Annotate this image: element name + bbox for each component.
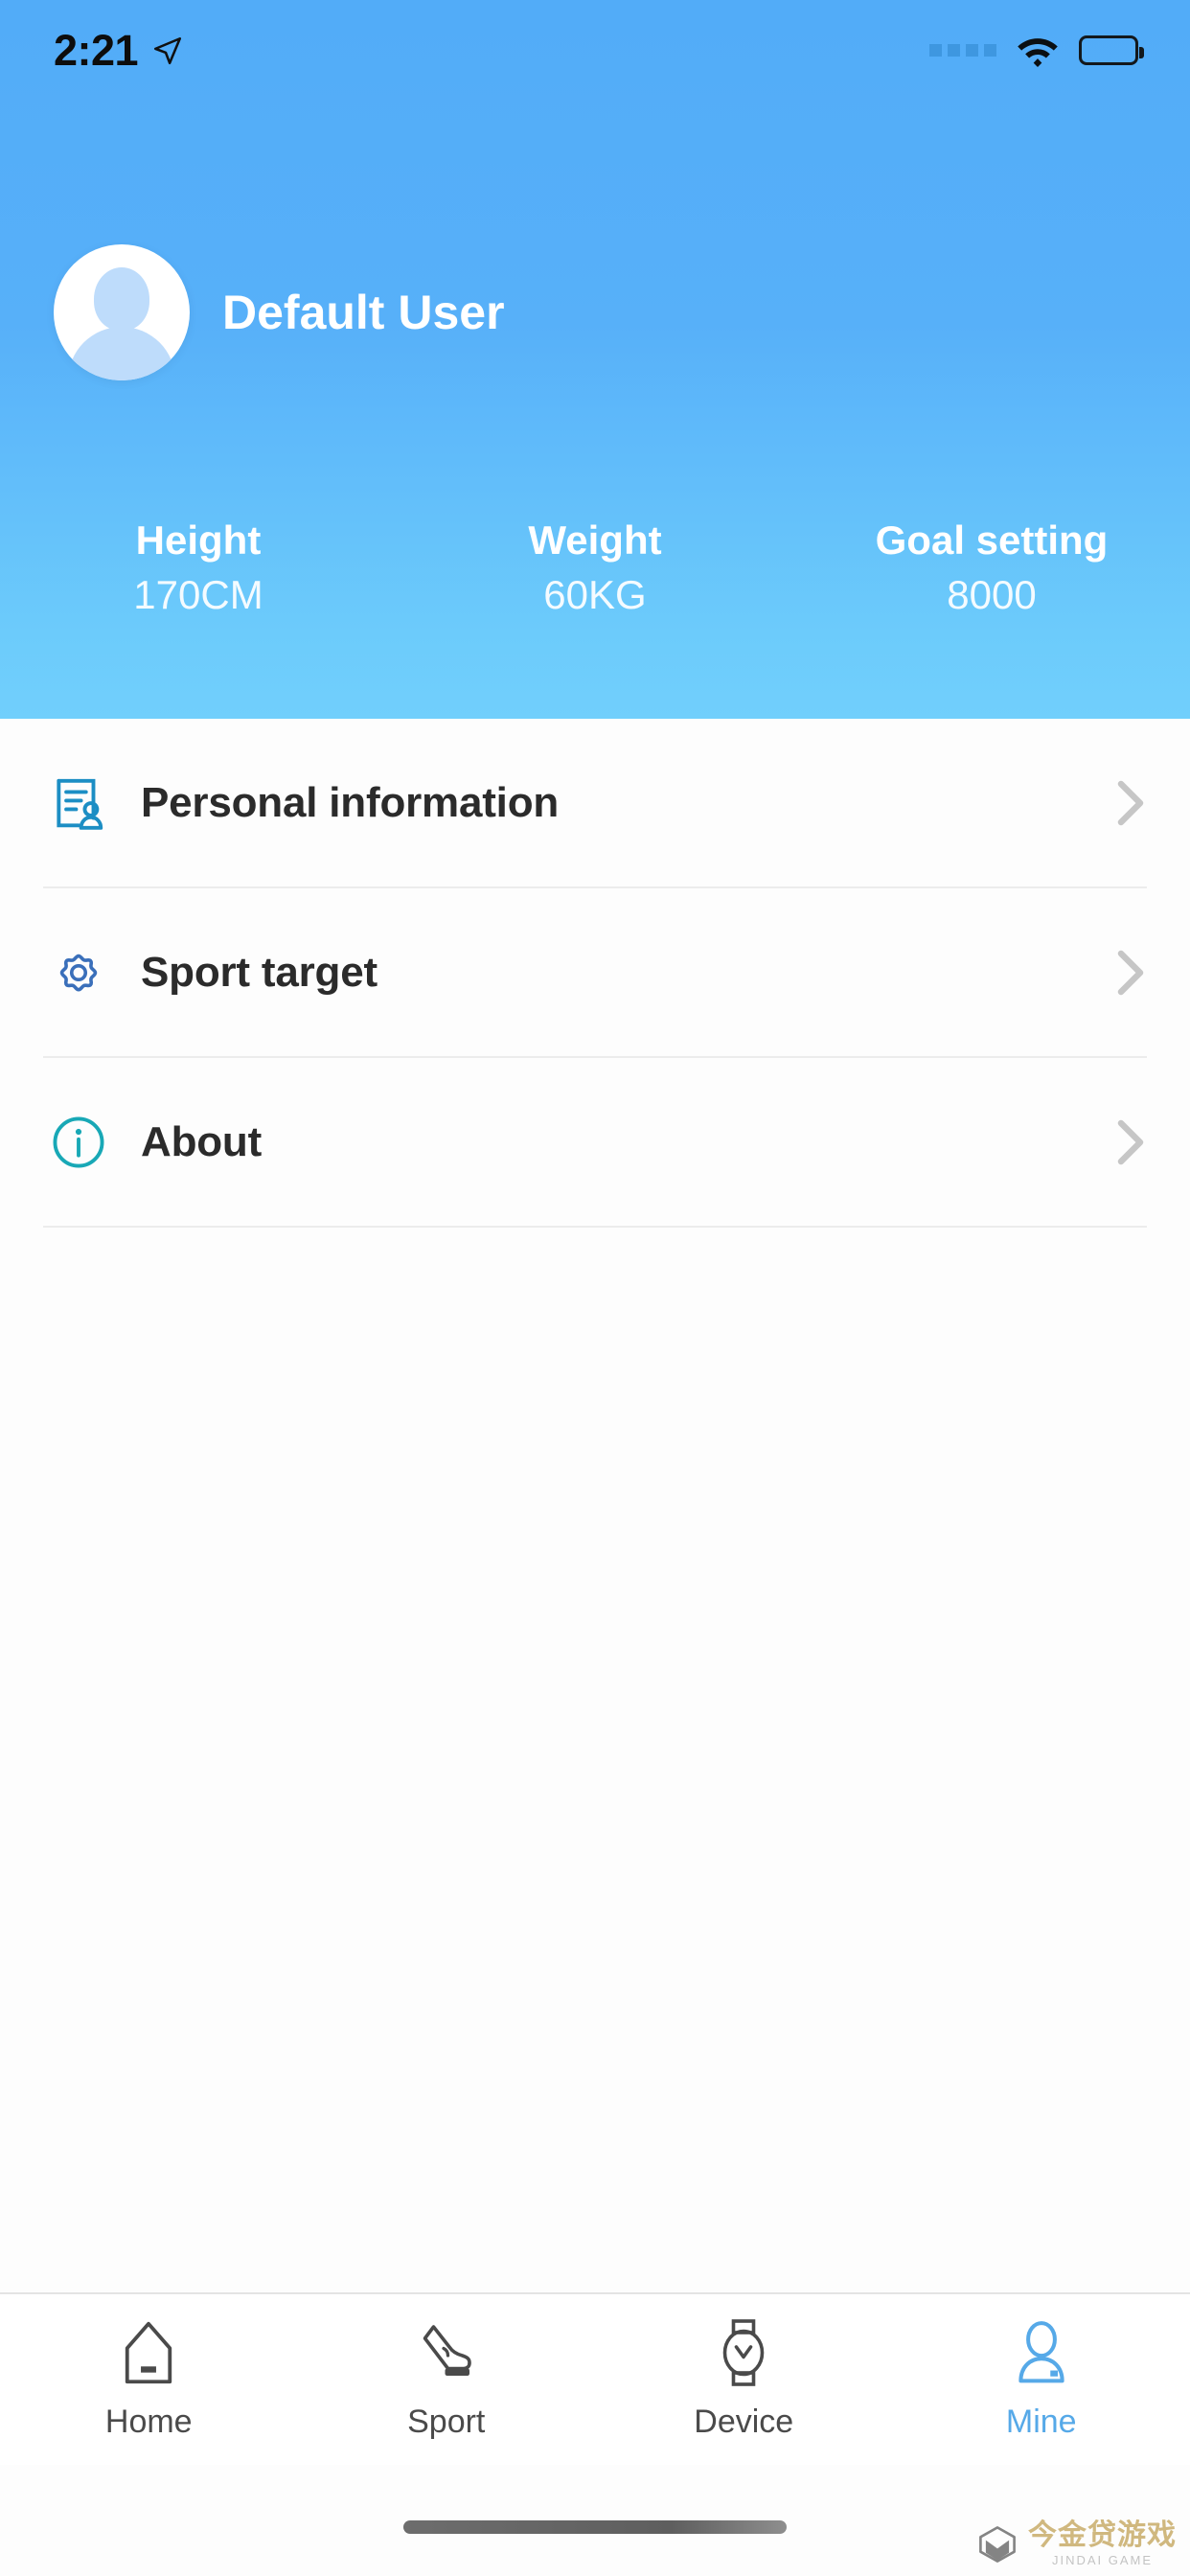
watermark-mark-icon bbox=[979, 2525, 1016, 2563]
watermark-text: 今金贷游戏 JINDAI GAME bbox=[1028, 2519, 1177, 2567]
tab-label: Sport bbox=[407, 2404, 486, 2440]
person-icon bbox=[1004, 2315, 1079, 2390]
location-arrow-icon bbox=[154, 36, 182, 64]
home-icon bbox=[111, 2315, 186, 2390]
stat-height[interactable]: Height 170CM bbox=[0, 518, 397, 626]
signal-dots-icon bbox=[929, 44, 996, 57]
watch-icon bbox=[706, 2315, 781, 2390]
default-avatar-icon[interactable] bbox=[54, 244, 190, 380]
menu-item-sport-target[interactable]: Sport target bbox=[0, 888, 1190, 1056]
stat-value: 8000 bbox=[947, 572, 1037, 618]
status-bar: 2:21 bbox=[0, 0, 1190, 101]
document-person-icon bbox=[43, 768, 114, 839]
tab-label: Device bbox=[694, 2404, 794, 2440]
home-indicator[interactable] bbox=[403, 2520, 787, 2534]
stat-goal-setting[interactable]: Goal setting 8000 bbox=[793, 518, 1190, 626]
gear-icon bbox=[43, 937, 114, 1008]
menu-item-label: Personal information bbox=[141, 778, 560, 826]
battery-full-icon bbox=[1079, 35, 1144, 65]
stat-weight[interactable]: Weight 60KG bbox=[397, 518, 793, 626]
stat-value: 170CM bbox=[133, 572, 263, 618]
tab-device[interactable]: Device bbox=[595, 2315, 893, 2441]
info-circle-icon bbox=[43, 1107, 114, 1178]
status-time: 2:21 bbox=[54, 25, 139, 75]
status-indicators bbox=[929, 34, 1144, 67]
tab-sport[interactable]: Sport bbox=[298, 2315, 596, 2441]
shoe-icon bbox=[409, 2315, 484, 2390]
user-name: Default User bbox=[222, 286, 505, 339]
bottom-tab-bar: Home Sport Device Mine bbox=[0, 2292, 1190, 2465]
settings-menu: Personal information Sport target About bbox=[0, 719, 1190, 1228]
profile-summary[interactable]: Default User bbox=[54, 244, 505, 380]
status-clock: 2:21 bbox=[54, 26, 184, 76]
tab-mine[interactable]: Mine bbox=[893, 2315, 1190, 2441]
app-screen: 2:21 Default User Height 170CM Weight 60… bbox=[0, 0, 1190, 2576]
watermark-logo: 今金贷游戏 JINDAI GAME bbox=[976, 2521, 1177, 2566]
stat-label: Goal setting bbox=[875, 518, 1109, 563]
stat-label: Weight bbox=[528, 518, 662, 563]
menu-divider bbox=[43, 1226, 1147, 1228]
menu-item-about[interactable]: About bbox=[0, 1058, 1190, 1226]
tab-label: Mine bbox=[1005, 2404, 1077, 2440]
stat-value: 60KG bbox=[543, 572, 647, 618]
tab-label: Home bbox=[104, 2404, 193, 2440]
menu-item-label: About bbox=[141, 1117, 263, 1165]
chevron-right-icon[interactable] bbox=[1114, 779, 1147, 827]
menu-item-label: Sport target bbox=[141, 948, 378, 996]
profile-header: 2:21 Default User Height 170CM Weight 60… bbox=[0, 0, 1190, 719]
chevron-right-icon[interactable] bbox=[1114, 949, 1147, 997]
profile-stats: Height 170CM Weight 60KG Goal setting 80… bbox=[0, 518, 1190, 626]
menu-item-personal-information[interactable]: Personal information bbox=[0, 719, 1190, 886]
chevron-right-icon[interactable] bbox=[1114, 1118, 1147, 1166]
watermark-en: JINDAI GAME bbox=[1051, 2553, 1154, 2567]
stat-label: Height bbox=[135, 518, 262, 563]
tab-home[interactable]: Home bbox=[0, 2315, 298, 2441]
watermark-cn: 今金贷游戏 bbox=[1028, 2519, 1177, 2551]
wifi-icon bbox=[1018, 37, 1058, 67]
